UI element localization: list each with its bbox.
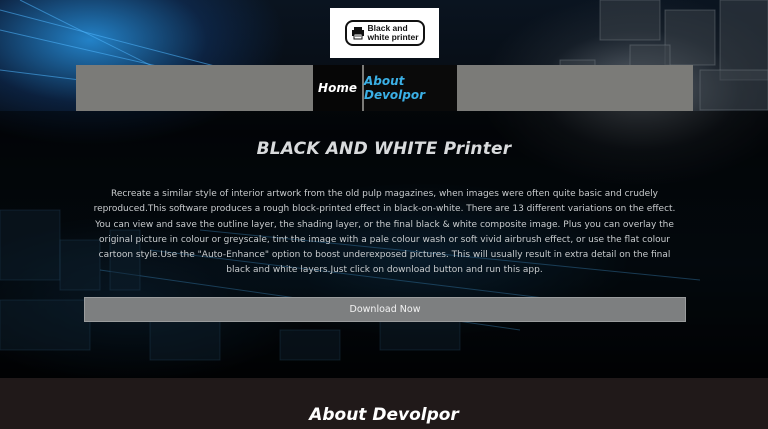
about-title: About Devolpor (309, 405, 459, 425)
download-button[interactable]: Download Now (84, 297, 686, 322)
nav-home[interactable]: Home (313, 65, 362, 111)
app-description: Recreate a similar style of interior art… (93, 189, 676, 276)
main-nav: Home About Devolpor (76, 65, 693, 111)
logo-badge: Black and white printer (344, 20, 425, 46)
nav-about-devolpor[interactable]: About Devolpor (364, 65, 457, 111)
page: Black and white printer Home About Devol… (0, 0, 768, 429)
logo-text: Black and white printer (367, 23, 419, 42)
printer-icon (351, 27, 364, 40)
site-logo[interactable]: Black and white printer (330, 8, 439, 58)
page-title: BLACK AND WHITE Printer (256, 139, 512, 159)
about-section: About Devolpor (0, 378, 768, 429)
